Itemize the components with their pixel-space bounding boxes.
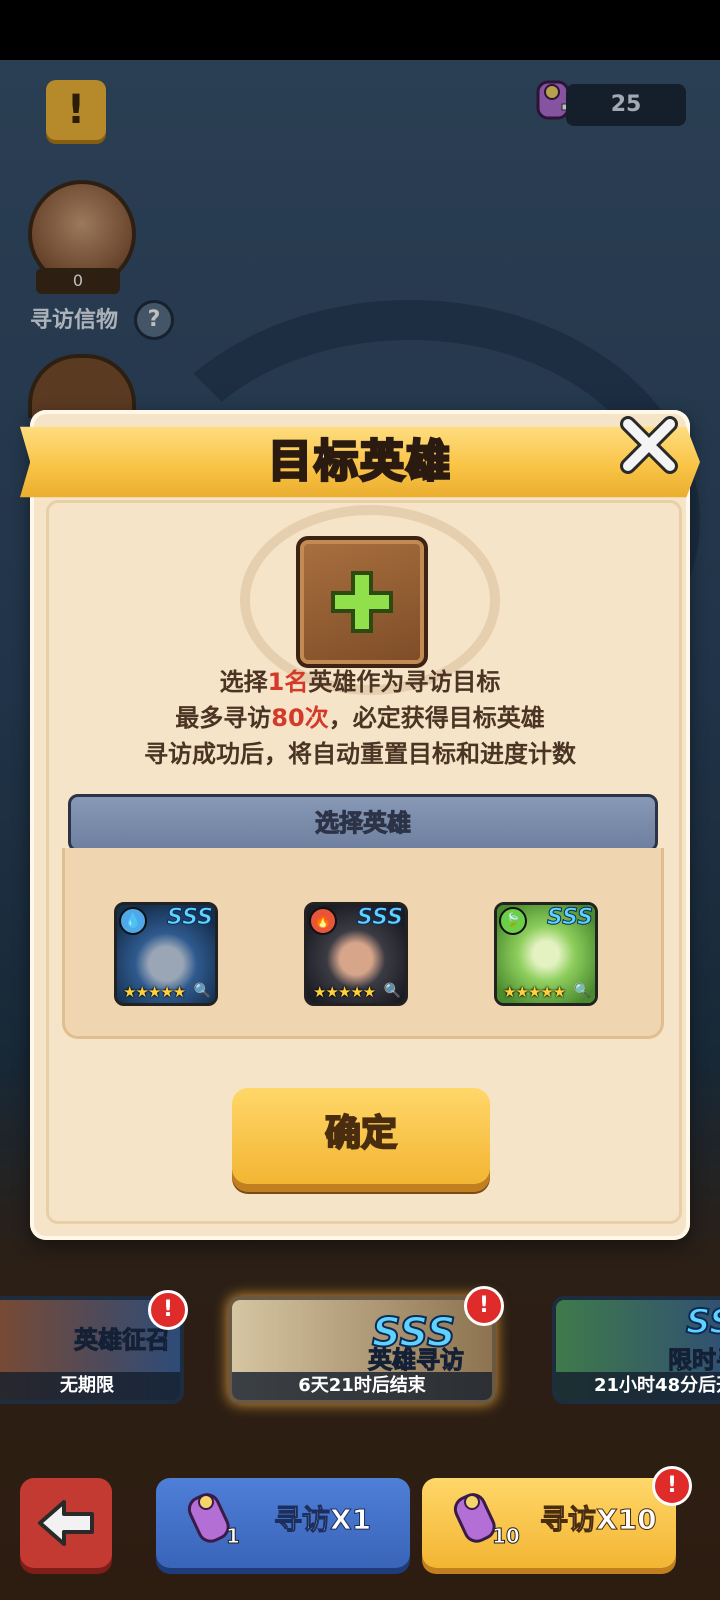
plus-icon xyxy=(331,571,393,633)
banner-notification-badge: ! xyxy=(464,1286,504,1326)
magnifier-icon[interactable]: 🔍 xyxy=(384,983,401,999)
hero-stars: ★★★★★ xyxy=(123,983,186,1001)
hero-target-slot[interactable] xyxy=(296,536,428,668)
magnifier-icon[interactable]: 🔍 xyxy=(574,983,591,999)
description-line-1: 选择1名英雄作为寻访目标 xyxy=(219,668,501,696)
banner-notification-badge: ! xyxy=(148,1290,188,1330)
hero-rank: SSS xyxy=(357,905,404,931)
banner-rank: SS xyxy=(685,1301,720,1343)
visit-x1-cost: 1 xyxy=(226,1524,241,1549)
banner-limited-visit[interactable]: SS 限时寻 21小时48分后开 xyxy=(552,1296,720,1404)
status-bar xyxy=(0,0,720,60)
visit-x1-label: 寻访X1 xyxy=(273,1503,372,1537)
magnifier-icon[interactable]: 🔍 xyxy=(194,983,211,999)
visit-x10-button[interactable]: 10 寻访X10 xyxy=(422,1478,676,1568)
banner-hero-visit[interactable]: SSS 英雄寻访 6天21时后结束 xyxy=(228,1296,496,1404)
banner-subtitle: 无期限 xyxy=(0,1372,180,1400)
hero-rank: SSS xyxy=(167,905,214,931)
visit-x10-cost: 10 xyxy=(492,1524,521,1549)
hero-stars: ★★★★★ xyxy=(313,983,376,1001)
leaf-element-icon: 🍃 xyxy=(499,907,527,935)
fire-element-icon: 🔥 xyxy=(309,907,337,935)
banner-title: 限时寻 xyxy=(668,1346,720,1375)
back-arrow-icon xyxy=(38,1500,94,1546)
close-button[interactable] xyxy=(614,410,684,480)
visit-x1-button[interactable]: 1 寻访X1 xyxy=(156,1478,410,1568)
hero-card-fire[interactable]: 🔥 SSS ★★★★★ 🔍 xyxy=(304,902,408,1006)
hero-stars: ★★★★★ xyxy=(503,983,566,1001)
water-element-icon: 💧 xyxy=(119,907,147,935)
back-button[interactable] xyxy=(20,1478,112,1568)
visit-x10-notification-badge: ! xyxy=(652,1466,692,1506)
hero-card-water[interactable]: 💧 SSS ★★★★★ 🔍 xyxy=(114,902,218,1006)
hero-card-leaf[interactable]: 🍃 SSS ★★★★★ 🔍 xyxy=(494,902,598,1006)
close-icon xyxy=(620,416,678,474)
dialog-title: 目标英雄 xyxy=(267,435,452,489)
select-hero-header: 选择英雄 xyxy=(68,794,658,852)
banner-subtitle: 6天21时后结束 xyxy=(232,1372,492,1400)
banner-subtitle: 21小时48分后开 xyxy=(556,1372,720,1400)
visit-x10-label: 寻访X10 xyxy=(540,1503,658,1537)
banner-title: 英雄寻访 xyxy=(368,1346,465,1375)
description-line-2: 最多寻访80次，必定获得目标英雄 xyxy=(175,704,545,732)
confirm-button[interactable]: 确定 xyxy=(232,1088,490,1184)
description-line-3: 寻访成功后，将自动重置目标和进度计数 xyxy=(144,740,576,768)
hero-rank: SSS xyxy=(547,905,594,931)
